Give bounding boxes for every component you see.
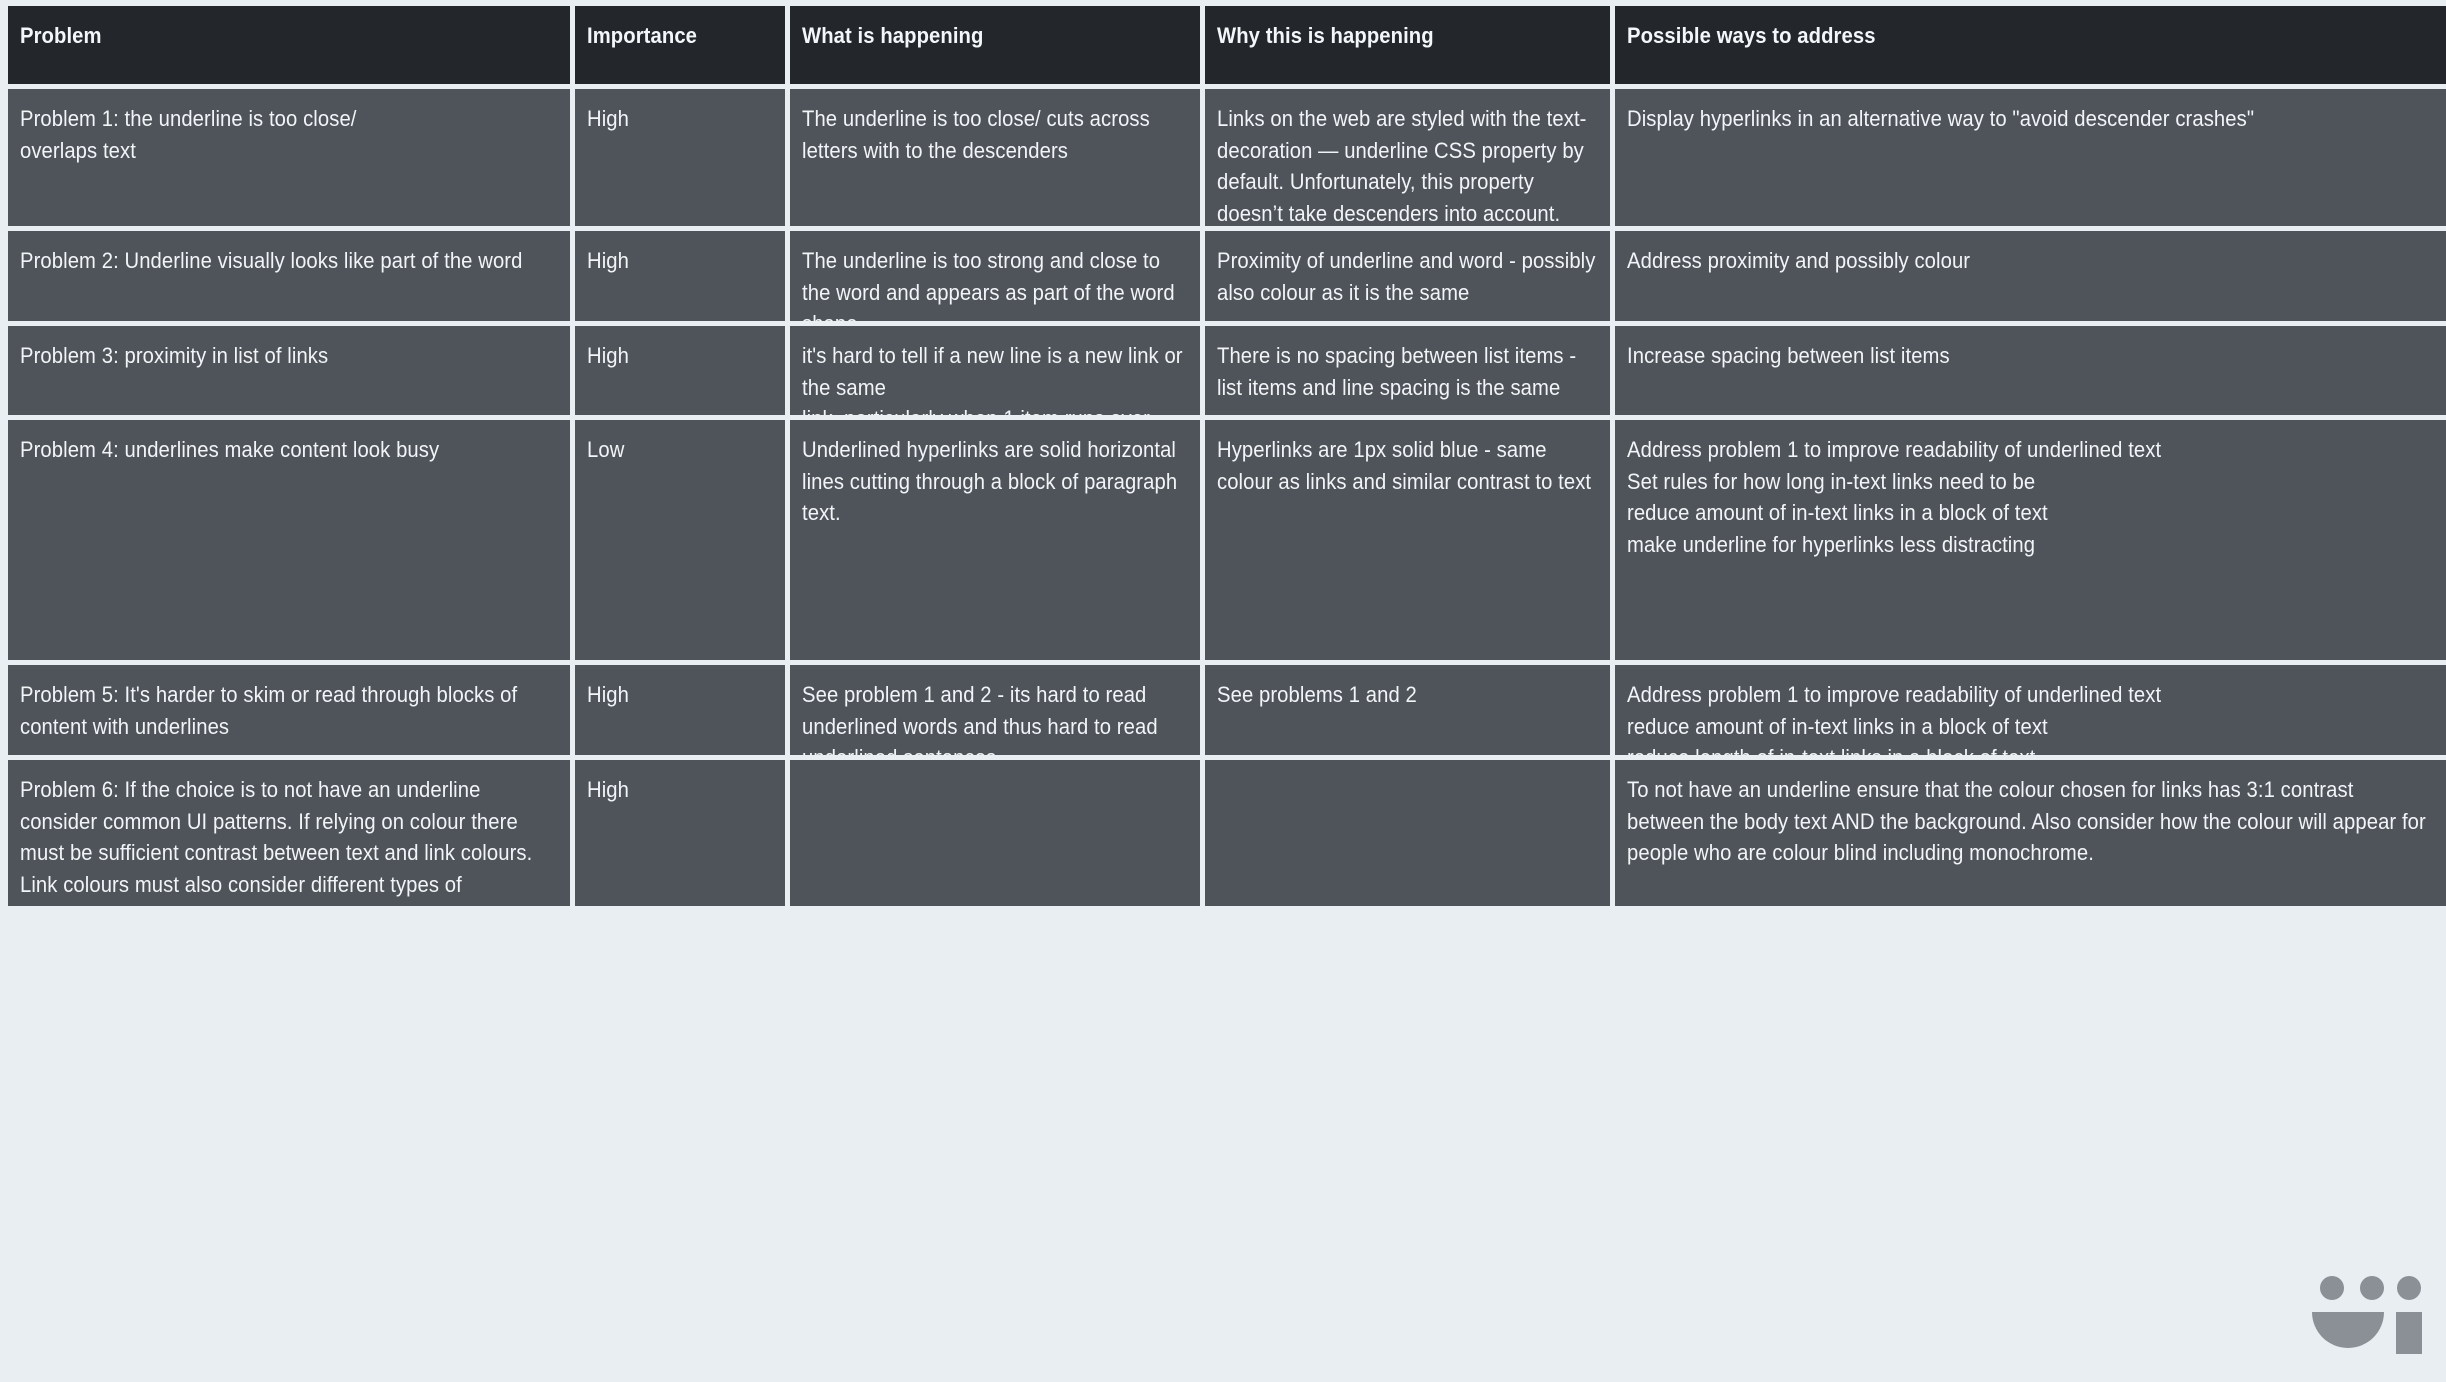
cell-importance-text: High (587, 682, 630, 707)
problems-table: Problem Importance What is happening Why… (8, 6, 2446, 1382)
table-row: Problem 4: underlines make content look … (8, 420, 2446, 660)
cell-importance[interactable]: High (575, 665, 785, 755)
cell-possible-ways-to-address-text: Address problem 1 to improve readability… (1627, 682, 2162, 755)
table-row: Problem 2: Underline visually looks like… (8, 231, 2446, 321)
cell-possible-ways-to-address[interactable]: Increase spacing between list items (1615, 326, 2446, 415)
cell-problem[interactable]: Problem 4: underlines make content look … (8, 420, 570, 660)
cell-importance-text: High (587, 106, 630, 131)
column-header-problem-label: Problem (20, 23, 102, 48)
cell-importance[interactable]: High (575, 760, 785, 906)
cell-problem-text: Problem 5: It's harder to skim or read t… (20, 682, 518, 739)
column-header-what-is-happening: What is happening (790, 6, 1200, 84)
cell-what-is-happening-text: The underline is too close/ cuts across … (802, 106, 1150, 163)
cell-why-this-is-happening[interactable]: Links on the web are styled with the tex… (1205, 89, 1610, 226)
table-row: Problem 6: If the choice is to not have … (8, 760, 2446, 906)
board-canvas: Problem Importance What is happening Why… (0, 0, 2446, 1382)
table-row: Problem 1: the underline is too close/ o… (8, 89, 2446, 226)
cell-importance-text: High (587, 777, 630, 802)
cell-problem-text: Problem 3: proximity in list of links (20, 343, 329, 368)
cell-why-this-is-happening[interactable]: See problems 1 and 2 (1205, 665, 1610, 755)
cell-why-this-is-happening-text: Hyperlinks are 1px solid blue - same col… (1217, 437, 1592, 494)
cell-importance-text: High (587, 248, 630, 273)
cell-what-is-happening-text: See problem 1 and 2 - its hard to read u… (802, 682, 1158, 755)
column-header-why-this-is-happening: Why this is happening (1205, 6, 1610, 84)
cell-problem[interactable]: Problem 3: proximity in list of links (8, 326, 570, 415)
cell-importance-text: Low (587, 437, 625, 462)
cell-why-this-is-happening[interactable]: There is no spacing between list items -… (1205, 326, 1610, 415)
cell-problem-text: Problem 4: underlines make content look … (20, 437, 440, 462)
cell-what-is-happening[interactable]: See problem 1 and 2 - its hard to read u… (790, 665, 1200, 755)
cell-why-this-is-happening-text: Proximity of underline and word - possib… (1217, 248, 1596, 305)
cell-problem-text: Problem 1: the underline is too close/ o… (20, 106, 357, 163)
column-header-why-this-is-happening-label: Why this is happening (1217, 23, 1434, 48)
cell-problem[interactable]: Problem 5: It's harder to skim or read t… (8, 665, 570, 755)
cell-problem[interactable]: Problem 6: If the choice is to not have … (8, 760, 570, 906)
table-row: Problem 5: It's harder to skim or read t… (8, 665, 2446, 755)
table-header-row: Problem Importance What is happening Why… (8, 6, 2446, 84)
cell-possible-ways-to-address-text: Increase spacing between list items (1627, 343, 1950, 368)
cell-problem-text: Problem 2: Underline visually looks like… (20, 248, 523, 273)
cell-importance-text: High (587, 343, 630, 368)
cell-importance[interactable]: High (575, 231, 785, 321)
cell-why-this-is-happening[interactable] (1205, 760, 1610, 906)
cell-possible-ways-to-address-text: Address problem 1 to improve readability… (1627, 437, 2162, 558)
cell-possible-ways-to-address[interactable]: Address proximity and possibly colour (1615, 231, 2446, 321)
cell-what-is-happening-text: The underline is too strong and close to… (802, 248, 1175, 321)
cell-why-this-is-happening[interactable]: Hyperlinks are 1px solid blue - same col… (1205, 420, 1610, 660)
column-header-possible-ways-to-address-label: Possible ways to address (1627, 23, 1876, 48)
cell-problem[interactable]: Problem 1: the underline is too close/ o… (8, 89, 570, 226)
cell-what-is-happening[interactable]: The underline is too strong and close to… (790, 231, 1200, 321)
cell-why-this-is-happening[interactable]: Proximity of underline and word - possib… (1205, 231, 1610, 321)
cell-possible-ways-to-address-text: Address proximity and possibly colour (1627, 248, 1971, 273)
cell-importance[interactable]: High (575, 89, 785, 226)
cell-importance[interactable]: Low (575, 420, 785, 660)
column-header-possible-ways-to-address: Possible ways to address (1615, 6, 2446, 84)
cell-possible-ways-to-address[interactable]: Address problem 1 to improve readability… (1615, 665, 2446, 755)
column-header-what-is-happening-label: What is happening (802, 23, 984, 48)
cell-possible-ways-to-address[interactable]: Display hyperlinks in an alternative way… (1615, 89, 2446, 226)
cell-possible-ways-to-address[interactable]: Address problem 1 to improve readability… (1615, 420, 2446, 660)
cell-what-is-happening[interactable]: The underline is too close/ cuts across … (790, 89, 1200, 226)
cell-what-is-happening[interactable]: it's hard to tell if a new line is a new… (790, 326, 1200, 415)
cell-possible-ways-to-address[interactable]: To not have an underline ensure that the… (1615, 760, 2446, 906)
column-header-importance-label: Importance (587, 23, 698, 48)
cell-why-this-is-happening-text: There is no spacing between list items -… (1217, 343, 1577, 400)
cell-what-is-happening-text: Underlined hyperlinks are solid horizont… (802, 437, 1178, 526)
cell-problem-text: Problem 6: If the choice is to not have … (20, 777, 533, 906)
cell-what-is-happening-text: it's hard to tell if a new line is a new… (802, 343, 1183, 415)
cell-why-this-is-happening-text: Links on the web are styled with the tex… (1217, 106, 1587, 226)
cell-what-is-happening[interactable] (790, 760, 1200, 906)
cell-possible-ways-to-address-text: To not have an underline ensure that the… (1627, 777, 2426, 866)
cell-problem[interactable]: Problem 2: Underline visually looks like… (8, 231, 570, 321)
cell-why-this-is-happening-text: See problems 1 and 2 (1217, 682, 1417, 707)
cell-what-is-happening[interactable]: Underlined hyperlinks are solid horizont… (790, 420, 1200, 660)
cell-importance[interactable]: High (575, 326, 785, 415)
table-row: Problem 3: proximity in list of links Hi… (8, 326, 2446, 415)
cell-possible-ways-to-address-text: Display hyperlinks in an alternative way… (1627, 106, 2255, 131)
column-header-problem: Problem (8, 6, 570, 84)
column-header-importance: Importance (575, 6, 785, 84)
